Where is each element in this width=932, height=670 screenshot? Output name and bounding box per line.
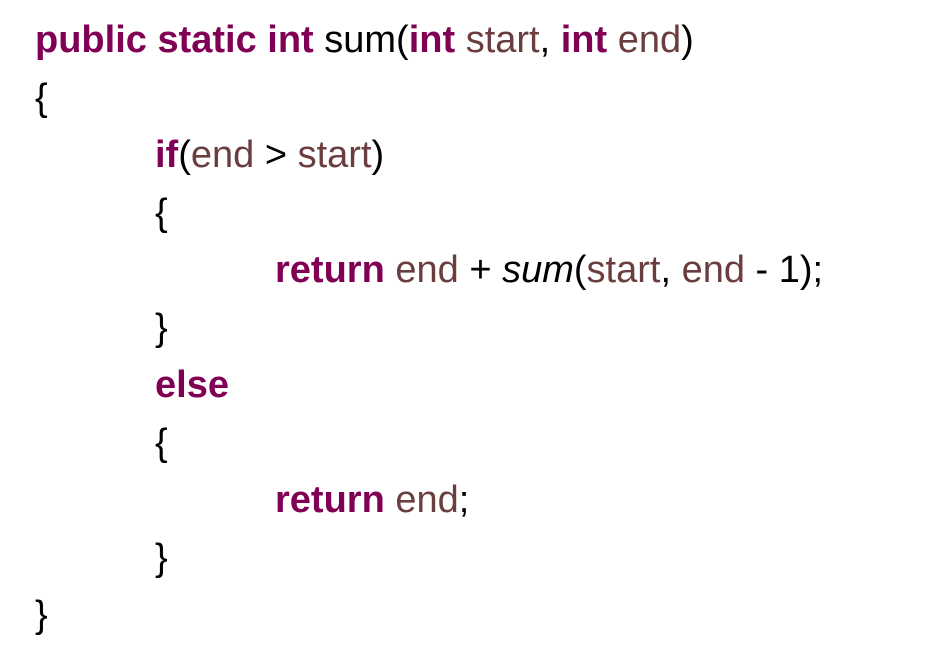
code-token: - 1); (744, 249, 824, 291)
code-token: ) (681, 19, 694, 61)
code-line: return end + sum(start, end - 1); (35, 242, 823, 300)
code-line: { (35, 185, 823, 243)
code-token: ( (178, 134, 191, 176)
variable-token: end (384, 479, 459, 521)
variable-token: start (297, 134, 372, 176)
keyword-token: int (408, 19, 456, 61)
code-line: } (35, 300, 823, 358)
code-token: } (155, 306, 168, 349)
code-block: public static int sum(int start, int end… (35, 12, 823, 645)
code-token: } (35, 594, 48, 636)
variable-token: end (681, 249, 745, 291)
code-token: ( (573, 249, 587, 291)
code-line: else (35, 357, 823, 415)
keyword-token: int (560, 19, 608, 61)
code-line: if(end > start) (35, 127, 823, 185)
code-token: + (458, 249, 503, 291)
code-token: , (660, 249, 682, 291)
code-line: return end; (35, 472, 823, 530)
variable-token: start (586, 249, 661, 291)
code-line: } (35, 530, 823, 588)
variable-token: end (607, 19, 682, 61)
code-token: ) (371, 134, 385, 176)
variable-token: end (190, 134, 255, 176)
code-token: ; (458, 479, 470, 521)
keyword-token: public static int (35, 19, 314, 61)
code-token: , (539, 19, 561, 61)
keyword-token: if (155, 134, 179, 176)
code-token: > (254, 134, 298, 176)
keyword-token: else (155, 364, 229, 406)
code-token: { (35, 76, 48, 119)
code-line: { (35, 415, 823, 473)
keyword-token: return (275, 479, 385, 521)
code-token: { (155, 191, 168, 234)
code-token: sum( (313, 19, 409, 61)
keyword-token: return (275, 249, 385, 291)
code-line: { (35, 70, 823, 128)
method-call-token: sum (502, 249, 574, 291)
code-token: } (155, 536, 168, 579)
variable-token: end (384, 249, 459, 291)
code-line: } (35, 587, 823, 645)
variable-token: start (455, 19, 540, 61)
code-token: { (155, 421, 168, 464)
code-line: public static int sum(int start, int end… (35, 12, 823, 70)
